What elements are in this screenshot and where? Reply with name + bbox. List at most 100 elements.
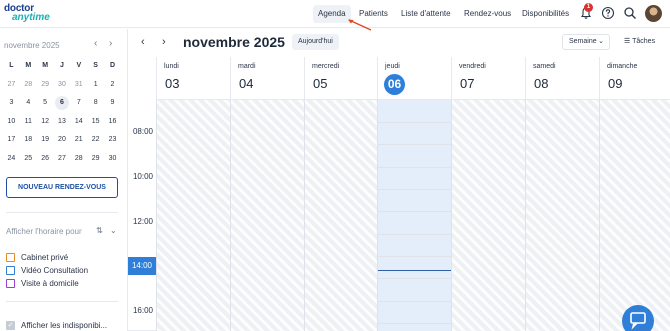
day-column-monday[interactable] [156, 100, 230, 331]
mini-calendar-day[interactable]: 28 [20, 76, 37, 95]
mini-calendar-day[interactable]: 30 [104, 150, 121, 169]
day-header-saturday[interactable]: samedi 08 [525, 57, 599, 100]
day-column-friday[interactable] [451, 100, 525, 331]
day-header-thursday-today[interactable]: jeudi 06 [377, 57, 451, 100]
show-unavailable-label: Afficher les indisponibi... [21, 321, 108, 330]
weekday-label: S [93, 62, 98, 69]
mini-calendar-day[interactable]: 29 [87, 150, 104, 169]
today-button[interactable]: Aujourd'hui [292, 34, 339, 50]
mini-calendar-day[interactable]: 3 [3, 94, 20, 113]
sidebar: novembre 2025 ‹ › L M M J V S D 27 28 29… [0, 29, 128, 331]
day-date: 07 [460, 76, 475, 91]
calendar-title: novembre 2025 [183, 34, 285, 50]
day-column-wednesday[interactable] [304, 100, 377, 331]
day-header-monday[interactable]: lundi 03 [156, 57, 230, 100]
mini-calendar-day[interactable]: 19 [37, 131, 54, 150]
mini-calendar-day[interactable]: 23 [104, 131, 121, 150]
mini-calendar-day[interactable]: 30 [54, 76, 71, 95]
doctoranytime-logo[interactable]: doctor anytime [4, 4, 50, 23]
mini-calendar-next-icon[interactable]: › [109, 38, 112, 49]
nav-availability[interactable]: Disponibilités [522, 5, 569, 23]
checkbox-purple[interactable] [6, 279, 15, 289]
current-time-indicator [378, 270, 451, 271]
nav-appointments[interactable]: Rendez-vous [464, 5, 511, 23]
calendar-prev-icon[interactable]: ‹ [141, 36, 145, 48]
checkbox-orange[interactable] [6, 253, 15, 263]
mini-calendar-day[interactable]: 25 [20, 150, 37, 169]
day-header-friday[interactable]: vendredi 07 [451, 57, 525, 100]
filter-icon: ⇅ [96, 226, 103, 235]
mini-calendar-day[interactable]: 8 [87, 94, 104, 113]
mini-calendar-day[interactable]: 1 [87, 76, 104, 95]
mini-calendar-day[interactable]: 18 [20, 131, 37, 150]
mini-calendar-day-today[interactable]: 6 [54, 94, 71, 113]
weekday-label: J [60, 62, 64, 69]
mini-calendar-day[interactable]: 4 [20, 94, 37, 113]
mini-calendar-prev-icon[interactable]: ‹ [94, 38, 97, 49]
mini-calendar-day[interactable]: 14 [70, 113, 87, 132]
new-appointment-button[interactable]: NOUVEAU RENDEZ-VOUS [6, 177, 118, 198]
mini-calendar-day[interactable]: 7 [70, 94, 87, 113]
show-unavailable-toggle[interactable]: ✓ Afficher les indisponibi... [6, 321, 108, 331]
day-column-tuesday[interactable] [230, 100, 304, 331]
schedule-for-label[interactable]: Afficher l'horaire pour [6, 227, 82, 236]
user-avatar[interactable] [645, 5, 662, 22]
mini-calendar-day[interactable]: 17 [3, 131, 20, 150]
hour-gridline [378, 167, 451, 168]
mini-calendar-day[interactable]: 21 [70, 131, 87, 150]
notification-badge: 1 [584, 3, 593, 12]
calendar-next-icon[interactable]: › [162, 36, 166, 48]
mini-calendar-day[interactable]: 28 [70, 150, 87, 169]
mini-calendar-day[interactable]: 15 [87, 113, 104, 132]
nav-waiting-list[interactable]: Liste d'attente [401, 5, 451, 23]
mini-calendar-day[interactable]: 5 [37, 94, 54, 113]
hour-gridline [378, 301, 451, 302]
chat-button[interactable] [622, 305, 654, 331]
day-column-saturday[interactable] [525, 100, 599, 331]
checkbox-blue[interactable] [6, 266, 15, 276]
mini-calendar-day[interactable]: 10 [3, 113, 20, 132]
mini-calendar-day[interactable]: 12 [37, 113, 54, 132]
divider [6, 301, 118, 302]
hour-gridline [378, 189, 451, 190]
mini-calendar-day[interactable]: 29 [37, 76, 54, 95]
view-select[interactable]: Semaine ⌄ [562, 34, 610, 50]
day-name: mardi [238, 63, 256, 70]
legend-item-home-visit[interactable]: Visite à domicile [6, 279, 79, 289]
mini-calendar-day[interactable]: 27 [3, 76, 20, 95]
mini-calendar-day[interactable]: 22 [87, 131, 104, 150]
tasks-label: Tâches [632, 38, 656, 45]
mini-calendar-day[interactable]: 16 [104, 113, 121, 132]
day-header-wednesday[interactable]: mercredi 05 [304, 57, 377, 100]
week-calendar: lundi 03 mardi 04 mercredi 05 jeudi 06 v… [128, 57, 670, 331]
day-column-sunday[interactable] [599, 100, 670, 331]
checkbox-checked-icon[interactable]: ✓ [6, 321, 15, 331]
chevron-down-icon: ⌄ [598, 38, 604, 45]
day-name: lundi [164, 63, 179, 70]
mini-calendar-day[interactable]: 2 [104, 76, 121, 95]
day-header-tuesday[interactable]: mardi 04 [230, 57, 304, 100]
legend-item-private-office[interactable]: Cabinet privé [6, 253, 68, 263]
mini-calendar-day[interactable]: 9 [104, 94, 121, 113]
hour-label: 12:00 [132, 217, 153, 226]
weekday-label: M [25, 62, 32, 69]
mini-calendar-day[interactable]: 31 [70, 76, 87, 95]
search-icon[interactable] [623, 6, 637, 20]
help-icon[interactable] [601, 6, 615, 20]
mini-calendar-day[interactable]: 20 [54, 131, 71, 150]
schedule-filter-toggle[interactable]: ⇅ ⌄ [96, 226, 117, 235]
legend-item-video-consultation[interactable]: Vidéo Consultation [6, 266, 88, 276]
day-date: 04 [239, 76, 254, 91]
tasks-button[interactable]: ☰ Tâches [624, 34, 655, 50]
chat-icon [630, 312, 646, 330]
day-column-thursday-today[interactable] [377, 100, 451, 331]
mini-calendar-day[interactable]: 26 [37, 150, 54, 169]
top-navigation-bar: doctor anytime Agenda Patients Liste d'a… [0, 0, 670, 28]
mini-calendar-day[interactable]: 27 [54, 150, 71, 169]
mini-calendar-day[interactable]: 13 [54, 113, 71, 132]
day-date: 08 [534, 76, 549, 91]
day-header-sunday[interactable]: dimanche 09 [599, 57, 670, 100]
mini-calendar-day[interactable]: 11 [20, 113, 37, 132]
mini-calendar-day[interactable]: 24 [3, 150, 20, 169]
hour-gridline [378, 278, 451, 279]
